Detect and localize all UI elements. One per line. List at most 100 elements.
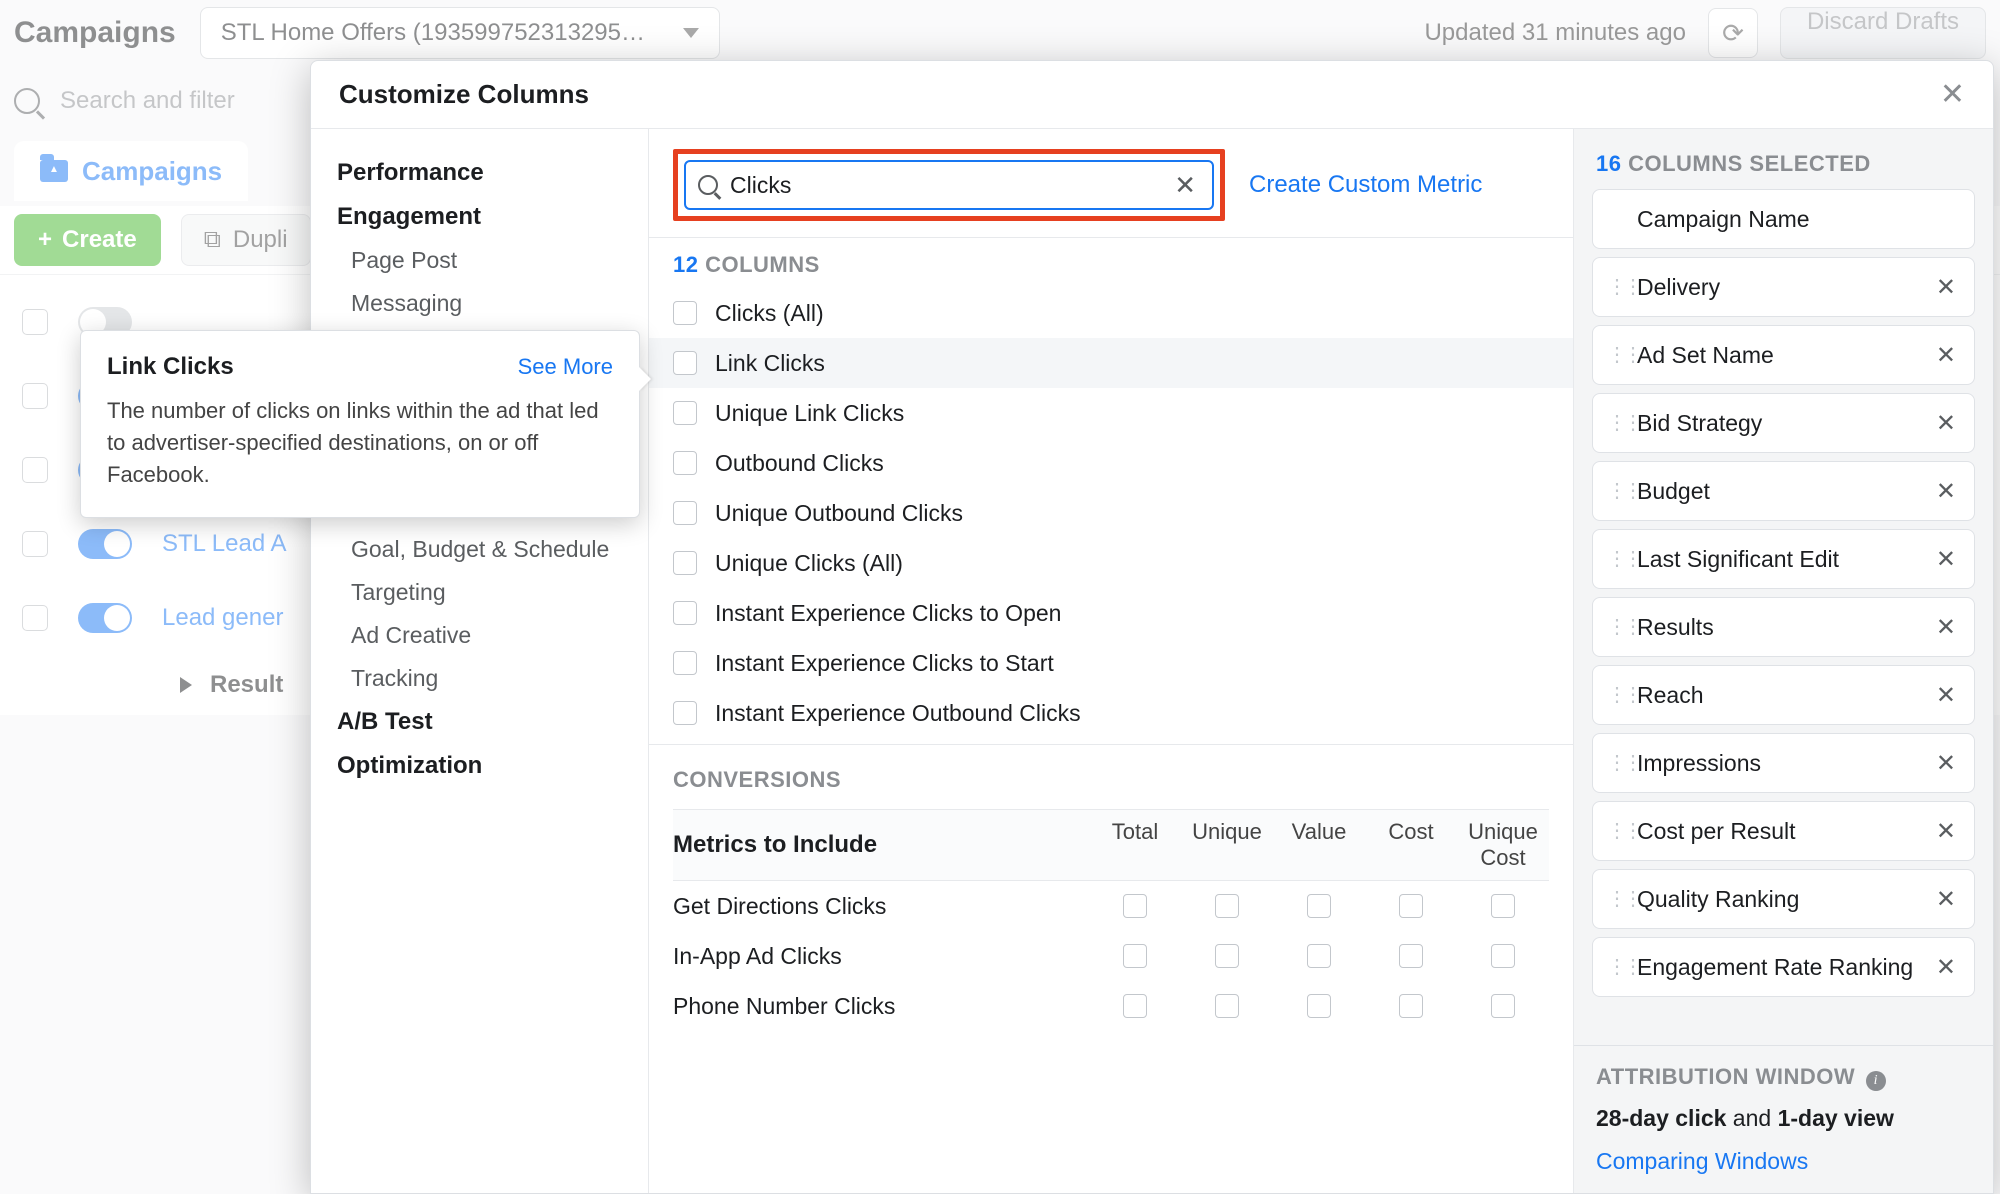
tooltip-title: Link Clicks [107, 353, 234, 381]
info-icon[interactable]: i [1866, 1071, 1886, 1091]
column-checkbox[interactable] [673, 451, 697, 475]
drag-handle-icon[interactable]: ⋮⋮ [1607, 486, 1623, 496]
category-item[interactable]: Goal, Budget & Schedule [311, 528, 648, 571]
category-item[interactable]: Page Post [311, 239, 648, 282]
metrics-checkbox[interactable] [1491, 994, 1515, 1018]
drag-handle-icon[interactable]: ⋮⋮ [1607, 418, 1623, 428]
columns-panel: ✕ Create Custom Metric 12 COLUMNS Clicks… [649, 129, 1573, 1193]
metrics-checkbox[interactable] [1215, 994, 1239, 1018]
drag-handle-icon[interactable]: ⋮⋮ [1607, 554, 1623, 564]
column-search-field[interactable]: ✕ [684, 160, 1214, 210]
selected-column-label: Quality Ranking [1637, 886, 1932, 913]
selected-column-label: Results [1637, 614, 1932, 641]
attribution-title: ATTRIBUTION WINDOW [1596, 1064, 1855, 1089]
drag-handle-icon[interactable]: ⋮⋮ [1607, 894, 1623, 904]
metrics-checkbox[interactable] [1491, 894, 1515, 918]
column-option[interactable]: Unique Link Clicks [649, 388, 1573, 438]
column-checkbox[interactable] [673, 551, 697, 575]
metrics-col-header: Value [1273, 819, 1365, 871]
column-option[interactable]: Instant Experience Clicks to Open [649, 588, 1573, 638]
selected-count-label: 16 COLUMNS SELECTED [1574, 129, 1993, 189]
selected-column-label: Engagement Rate Ranking [1637, 954, 1932, 981]
metrics-checkbox[interactable] [1307, 994, 1331, 1018]
remove-column-icon[interactable]: ✕ [1932, 477, 1960, 506]
drag-handle-icon[interactable]: ⋮⋮ [1607, 826, 1623, 836]
customize-columns-modal: Customize Columns ✕ PerformanceEngagemen… [310, 60, 1994, 1194]
selected-column-item[interactable]: ⋮⋮ Reach ✕ [1592, 665, 1975, 725]
selected-column-label: Cost per Result [1637, 818, 1932, 845]
column-checkbox[interactable] [673, 351, 697, 375]
columns-count-label: 12 COLUMNS [649, 238, 1573, 288]
metrics-checkbox[interactable] [1307, 944, 1331, 968]
column-option[interactable]: Instant Experience Clicks to Start [649, 638, 1573, 688]
remove-column-icon[interactable]: ✕ [1932, 885, 1960, 914]
column-option[interactable]: Unique Outbound Clicks [649, 488, 1573, 538]
remove-column-icon[interactable]: ✕ [1932, 681, 1960, 710]
comparing-windows-link[interactable]: Comparing Windows [1596, 1148, 1971, 1175]
metrics-checkbox[interactable] [1123, 994, 1147, 1018]
drag-handle-icon[interactable]: ⋮⋮ [1607, 690, 1623, 700]
column-option[interactable]: Instant Experience Outbound Clicks [649, 688, 1573, 738]
column-checkbox[interactable] [673, 501, 697, 525]
metrics-checkbox[interactable] [1399, 944, 1423, 968]
metrics-checkbox[interactable] [1399, 994, 1423, 1018]
attribution-summary: 28-day click and 1-day view [1596, 1105, 1971, 1132]
drag-handle-icon[interactable]: ⋮⋮ [1607, 758, 1623, 768]
metrics-checkbox[interactable] [1123, 944, 1147, 968]
remove-column-icon[interactable]: ✕ [1932, 613, 1960, 642]
see-more-link[interactable]: See More [518, 354, 613, 380]
selected-column-item[interactable]: ⋮⋮ Budget ✕ [1592, 461, 1975, 521]
remove-column-icon[interactable]: ✕ [1932, 545, 1960, 574]
clear-search-icon[interactable]: ✕ [1170, 170, 1200, 201]
column-checkbox[interactable] [673, 601, 697, 625]
metrics-checkbox[interactable] [1307, 894, 1331, 918]
metrics-header-label: Metrics to Include [673, 831, 1089, 859]
column-option[interactable]: Link Clicks [649, 338, 1573, 388]
category-item[interactable]: Messaging [311, 282, 648, 325]
remove-column-icon[interactable]: ✕ [1932, 409, 1960, 438]
selected-column-item[interactable]: Campaign Name [1592, 189, 1975, 249]
metrics-checkbox[interactable] [1491, 944, 1515, 968]
remove-column-icon[interactable]: ✕ [1932, 273, 1960, 302]
selected-column-item[interactable]: ⋮⋮ Engagement Rate Ranking ✕ [1592, 937, 1975, 997]
selected-column-label: Delivery [1637, 274, 1932, 301]
metrics-row: Get Directions Clicks [673, 881, 1549, 931]
category-item[interactable]: Tracking [311, 657, 648, 700]
drag-handle-icon[interactable]: ⋮⋮ [1607, 962, 1623, 972]
column-search-input[interactable] [730, 172, 1170, 199]
selected-column-label: Reach [1637, 682, 1932, 709]
drag-handle-icon[interactable]: ⋮⋮ [1607, 622, 1623, 632]
selected-column-item[interactable]: ⋮⋮ Cost per Result ✕ [1592, 801, 1975, 861]
drag-handle-icon[interactable]: ⋮⋮ [1607, 282, 1623, 292]
remove-column-icon[interactable]: ✕ [1932, 749, 1960, 778]
close-icon[interactable]: ✕ [1940, 77, 1965, 112]
column-option[interactable]: Clicks (All) [649, 288, 1573, 338]
metrics-checkbox[interactable] [1215, 944, 1239, 968]
metrics-checkbox[interactable] [1215, 894, 1239, 918]
selected-column-item[interactable]: ⋮⋮ Last Significant Edit ✕ [1592, 529, 1975, 589]
metrics-checkbox[interactable] [1123, 894, 1147, 918]
category-heading: A/B Test [311, 700, 648, 744]
drag-handle-icon[interactable]: ⋮⋮ [1607, 350, 1623, 360]
column-checkbox[interactable] [673, 651, 697, 675]
selected-column-item[interactable]: ⋮⋮ Impressions ✕ [1592, 733, 1975, 793]
remove-column-icon[interactable]: ✕ [1932, 953, 1960, 982]
metrics-checkbox[interactable] [1399, 894, 1423, 918]
selected-column-item[interactable]: ⋮⋮ Delivery ✕ [1592, 257, 1975, 317]
selected-column-item[interactable]: ⋮⋮ Quality Ranking ✕ [1592, 869, 1975, 929]
remove-column-icon[interactable]: ✕ [1932, 817, 1960, 846]
attribution-window-box: ATTRIBUTION WINDOW i 28-day click and 1-… [1574, 1045, 1993, 1193]
column-checkbox[interactable] [673, 401, 697, 425]
category-item[interactable]: Ad Creative [311, 614, 648, 657]
column-checkbox[interactable] [673, 701, 697, 725]
category-item[interactable]: Targeting [311, 571, 648, 614]
column-checkbox[interactable] [673, 301, 697, 325]
column-option[interactable]: Unique Clicks (All) [649, 538, 1573, 588]
remove-column-icon[interactable]: ✕ [1932, 341, 1960, 370]
create-custom-metric-link[interactable]: Create Custom Metric [1249, 171, 1482, 199]
selected-column-item[interactable]: ⋮⋮ Bid Strategy ✕ [1592, 393, 1975, 453]
selected-column-item[interactable]: ⋮⋮ Ad Set Name ✕ [1592, 325, 1975, 385]
selected-column-item[interactable]: ⋮⋮ Results ✕ [1592, 597, 1975, 657]
modal-title: Customize Columns [339, 79, 589, 110]
column-option[interactable]: Outbound Clicks [649, 438, 1573, 488]
